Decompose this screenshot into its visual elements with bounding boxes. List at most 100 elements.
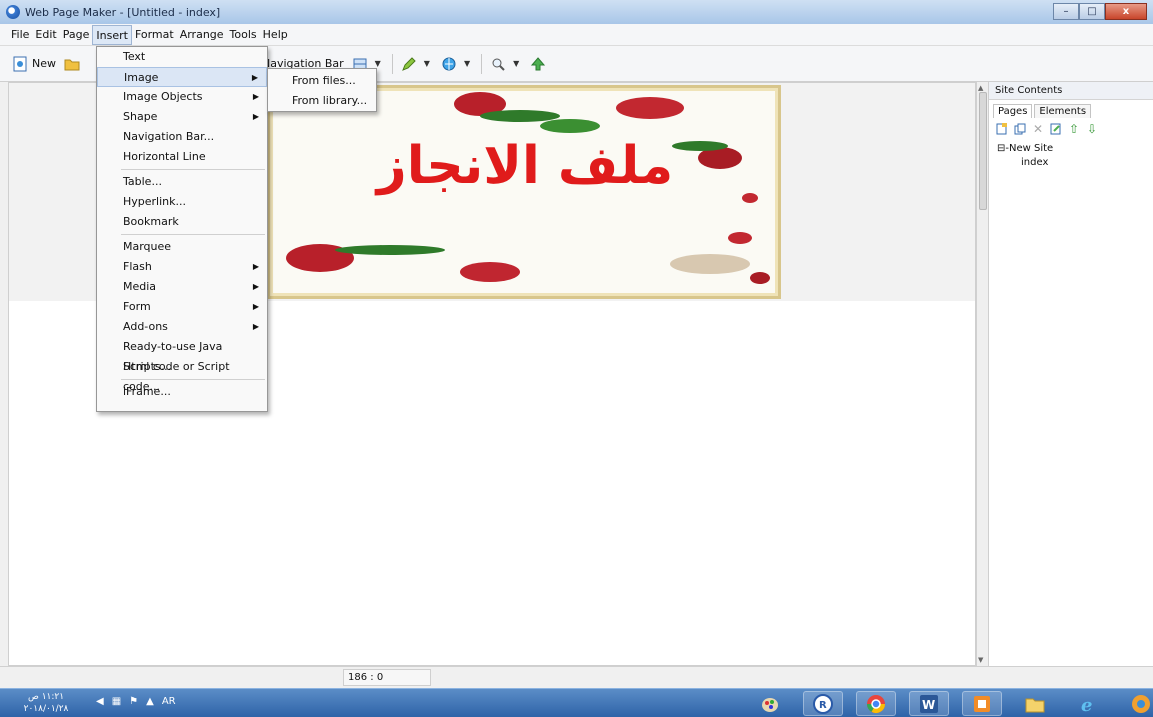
- clock-date: ٢٠١٨/٠١/٢٨: [23, 704, 69, 714]
- chevron-down-icon[interactable]: ▼: [424, 59, 430, 68]
- menu-item-navigation-bar[interactable]: Navigation Bar...: [97, 127, 267, 147]
- banner-image[interactable]: ملف الانجاز: [267, 85, 781, 299]
- edit-tool-button[interactable]: ▼: [397, 52, 437, 76]
- menu-item-table[interactable]: Table...: [97, 172, 267, 192]
- preview-button[interactable]: ▼: [437, 52, 477, 76]
- menu-bar: File Edit Page Insert Format Arrange Too…: [0, 24, 1153, 46]
- insert-menu: Text Image ▶ Image Objects ▶ Shape ▶ Naviga…: [96, 46, 268, 412]
- menu-item-add-ons[interactable]: Add-ons ▶: [97, 317, 267, 337]
- move-up-icon[interactable]: ⇧: [1067, 122, 1081, 136]
- paint-app-button[interactable]: [750, 691, 790, 716]
- menu-insert[interactable]: Insert: [92, 24, 132, 45]
- word-app-button[interactable]: W: [909, 691, 949, 716]
- submenu-arrow-icon: ▶: [252, 302, 259, 311]
- scrollbar-thumb[interactable]: [979, 92, 987, 210]
- maximize-button[interactable]: □: [1079, 3, 1105, 20]
- taskbar: ١١:٢١ ص ٢٠١٨/٠١/٢٨ ◀ ▦ ⚑ ▲ AR R W e: [0, 688, 1153, 717]
- menu-item-label: Add-ons: [123, 320, 168, 333]
- panel-toolbar: ✕ ⇧ ⇩: [989, 118, 1153, 140]
- scroll-up-icon[interactable]: ▲: [978, 84, 983, 92]
- menu-item-label: Form: [123, 300, 151, 313]
- tree-item-index[interactable]: index: [997, 156, 1145, 170]
- network-icon[interactable]: ▦: [112, 696, 121, 707]
- add-page-icon[interactable]: [995, 122, 1009, 136]
- svg-text:R: R: [819, 700, 827, 711]
- action-center-icon[interactable]: ⚑: [129, 696, 138, 707]
- minimize-button[interactable]: –: [1053, 3, 1079, 20]
- taskbar-apps: R W e: [750, 691, 1153, 716]
- r-app-icon: R: [813, 693, 833, 714]
- menu-item-shape[interactable]: Shape ▶: [97, 107, 267, 127]
- scroll-down-icon[interactable]: ▼: [978, 656, 983, 664]
- menu-item-iframe[interactable]: iFrame...: [97, 382, 267, 402]
- close-button[interactable]: x: [1105, 3, 1147, 20]
- submenu-arrow-icon: ▶: [252, 282, 259, 291]
- menu-item-media[interactable]: Media ▶: [97, 277, 267, 297]
- menu-item-form[interactable]: Form ▶: [97, 297, 267, 317]
- menu-item-marquee[interactable]: Marquee: [97, 237, 267, 257]
- folder-icon: [1025, 698, 1045, 712]
- menu-file[interactable]: File: [8, 25, 32, 45]
- menu-item-label: Shape: [123, 110, 158, 123]
- panel-tabs: Pages Elements: [989, 100, 1153, 118]
- menu-item-text[interactable]: Text: [97, 47, 267, 67]
- menu-item-label: Horizontal Line: [123, 150, 206, 163]
- menu-item-java-scripts[interactable]: Ready-to-use Java Scripts...: [97, 337, 267, 373]
- submenu-item-from-library[interactable]: From library...: [268, 91, 376, 111]
- title-bar: Web Page Maker - [Untitled - index] – □ …: [0, 0, 1153, 24]
- menu-item-flash[interactable]: Flash ▶: [97, 257, 267, 277]
- submenu-arrow-icon: ▶: [252, 262, 259, 271]
- show-hidden-icons-icon[interactable]: ▲: [146, 696, 154, 707]
- submenu-arrow-icon: ▶: [252, 112, 259, 121]
- chevron-down-icon[interactable]: ▼: [513, 59, 519, 68]
- menu-format[interactable]: Format: [132, 25, 177, 45]
- volume-icon[interactable]: ◀: [96, 696, 104, 707]
- new-button[interactable]: New: [8, 52, 60, 76]
- svg-text:W: W: [922, 698, 935, 712]
- explorer-app-button[interactable]: [1015, 691, 1055, 716]
- zoom-button[interactable]: ▼: [486, 52, 526, 76]
- menu-item-horizontal-line[interactable]: Horizontal Line: [97, 147, 267, 167]
- new-button-label: New: [32, 57, 56, 70]
- menu-page[interactable]: Page: [60, 25, 93, 45]
- menu-item-hyperlink[interactable]: Hyperlink...: [97, 192, 267, 212]
- chrome-icon: [867, 694, 885, 713]
- ie-app-button[interactable]: e: [1068, 691, 1108, 716]
- move-down-icon[interactable]: ⇩: [1085, 122, 1099, 136]
- menu-help[interactable]: Help: [260, 25, 291, 45]
- site-contents-panel: Site Contents Pages Elements ✕ ⇧ ⇩ ⊟-New…: [988, 82, 1153, 666]
- publish-button[interactable]: [526, 52, 554, 76]
- menu-item-image[interactable]: Image ▶: [97, 67, 267, 87]
- chevron-down-icon[interactable]: ▼: [464, 59, 470, 68]
- menu-tools[interactable]: Tools: [227, 25, 260, 45]
- menu-item-image-objects[interactable]: Image Objects ▶: [97, 87, 267, 107]
- webpage-maker-app-button[interactable]: [962, 691, 1002, 716]
- menu-item-label: Table...: [123, 175, 162, 188]
- media-app-button[interactable]: [1121, 691, 1153, 716]
- language-indicator[interactable]: AR: [162, 696, 176, 707]
- chrome-app-button[interactable]: [856, 691, 896, 716]
- pencil-icon: [401, 56, 416, 71]
- menu-arrange[interactable]: Arrange: [177, 25, 227, 45]
- vertical-scrollbar[interactable]: ▲ ▼: [976, 82, 988, 666]
- tab-pages[interactable]: Pages: [993, 104, 1033, 118]
- open-button[interactable]: [60, 52, 88, 76]
- tree-root[interactable]: ⊟-New Site: [997, 142, 1145, 156]
- menu-edit[interactable]: Edit: [32, 25, 59, 45]
- chevron-down-icon[interactable]: ▼: [375, 59, 381, 68]
- new-page-icon: [13, 56, 27, 71]
- submenu-item-from-files[interactable]: From files...: [268, 71, 376, 91]
- app-r-button[interactable]: R: [803, 691, 843, 716]
- delete-page-icon[interactable]: ✕: [1031, 122, 1045, 136]
- menu-item-label: Media: [123, 280, 157, 293]
- menu-item-html-code[interactable]: Html code or Script code...: [97, 357, 267, 393]
- cursor-coordinates: 186 : 0: [343, 669, 431, 686]
- page-properties-icon[interactable]: [1049, 122, 1063, 136]
- status-bar: 186 : 0: [0, 666, 1153, 688]
- taskbar-clock[interactable]: ١١:٢١ ص ٢٠١٨/٠١/٢٨: [16, 691, 76, 715]
- tab-elements[interactable]: Elements: [1034, 104, 1092, 118]
- toolbar-separator: [481, 53, 483, 74]
- word-icon: W: [920, 694, 938, 713]
- menu-item-bookmark[interactable]: Bookmark: [97, 212, 267, 232]
- duplicate-page-icon[interactable]: [1013, 122, 1027, 136]
